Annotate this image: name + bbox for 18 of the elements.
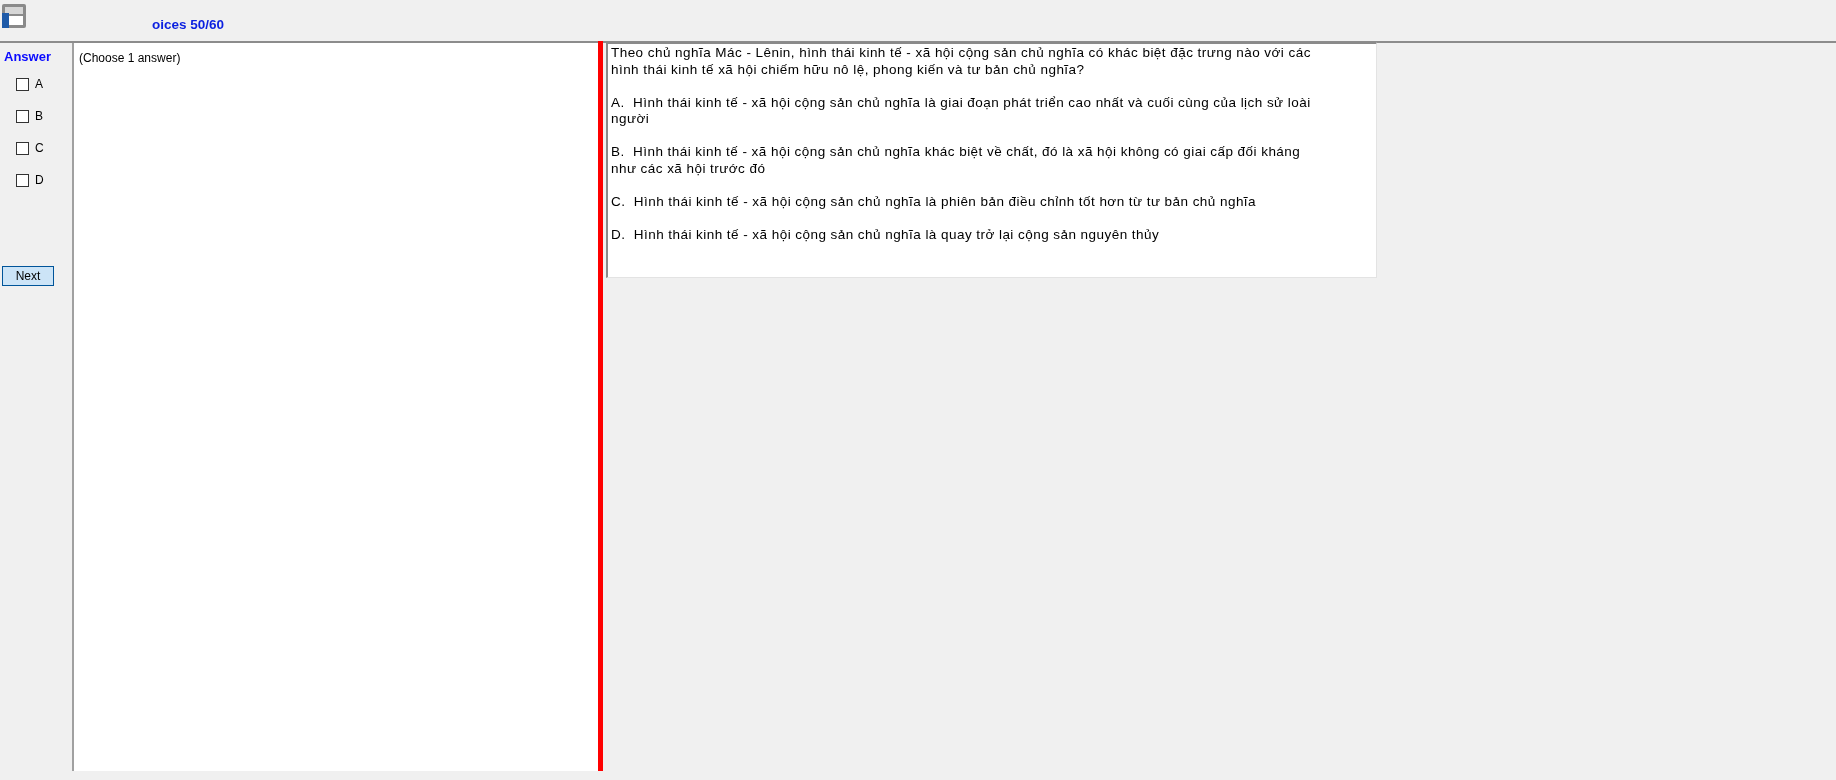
checkbox[interactable] <box>16 173 29 187</box>
answer-option-text: D. Hình thái kinh tế - xã hội cộng sản chủ nghĩa là quay trở lại cộng sản nguyên thủy <box>611 226 1161 243</box>
checkbox[interactable] <box>16 77 29 91</box>
header-title: oices 50/60 <box>152 16 225 33</box>
next-button[interactable]: Next <box>2 266 54 286</box>
checkbox[interactable] <box>16 141 29 155</box>
question-text: Theo chủ nghĩa Mác - Lênin, hình thái kinh tế - xã hội cộng sản chủ nghĩa có khác biệt đặc trưng nào với các hình thái kinh tế xã hội chiếm hữu nô lệ, phong kiến và tư bản chủ nghĩa? <box>611 45 1312 78</box>
checkbox-label[interactable]: A <box>35 77 43 91</box>
answer-option-text: A. Hình thái kinh tế - xã hội cộng sản chủ nghĩa là giai đoạn phát triển cao nhất và cuối cùng của lịch sử loài người <box>611 94 1312 128</box>
checkbox[interactable] <box>16 109 29 123</box>
answer-option-text: C. Hình thái kinh tế - xã hội cộng sản chủ nghĩa là phiên bản điều chỉnh tốt hơn từ tư bản chủ nghĩa <box>611 193 1258 210</box>
checkbox-label[interactable]: D <box>35 173 44 187</box>
answer-heading: Answer <box>4 49 51 65</box>
instruction-text: (Choose 1 answer) <box>79 51 181 65</box>
checkbox-label[interactable]: B <box>35 109 43 123</box>
checkbox-label[interactable]: C <box>35 141 44 155</box>
answer-option-text: B. Hình thái kinh tế - xã hội cộng sản chủ nghĩa khác biệt về chất, đó là xã hội không có giai cấp đối kháng như các xã hội trước đó <box>611 144 1302 177</box>
app-icon <box>1 3 27 29</box>
